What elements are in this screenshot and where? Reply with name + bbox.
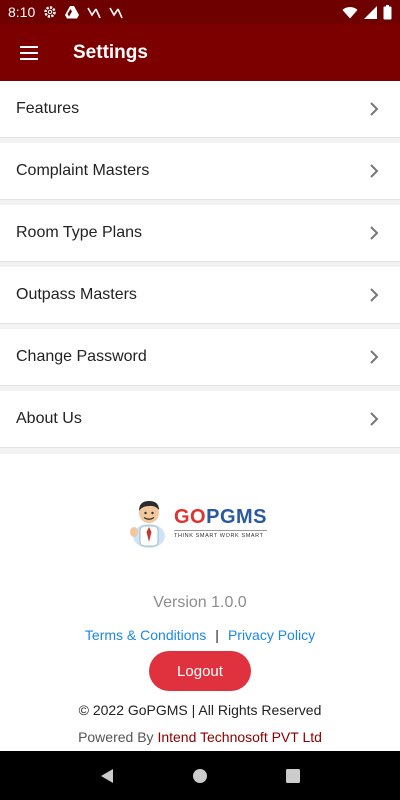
settings-item-room-type-plans[interactable]: Room Type Plans [0,205,400,262]
terms-link[interactable]: Terms & Conditions [85,627,206,643]
settings-item-label: Outpass Masters [16,286,137,303]
settings-item-complaint-masters[interactable]: Complaint Masters [0,143,400,200]
settings-item-label: Room Type Plans [16,224,142,241]
gear-icon [43,5,57,19]
settings-item-label: Features [16,100,80,117]
settings-item-change-password[interactable]: Change Password [0,329,400,386]
settings-item-about-us[interactable]: About Us [0,391,400,448]
logo-text: GOPGMS THINK SMART WORK SMART [174,506,268,539]
chevron-right-icon [364,409,384,429]
settings-item-label: Change Password [16,348,147,365]
app-bar: Settings [0,24,400,81]
copyright-text: © 2022 GoPGMS | All Rights Reserved [78,702,322,718]
settings-item-features[interactable]: Features [0,81,400,138]
app-logo: GOPGMS THINK SMART WORK SMART [128,494,273,550]
mascot-icon [130,501,165,548]
app-version: Version 1.0.0 [153,594,247,611]
home-icon[interactable] [176,752,224,800]
settings-item-label: About Us [16,410,82,427]
chevron-right-icon [364,223,384,243]
logo-tagline: THINK SMART WORK SMART [174,529,268,539]
logo-wordmark: GOPGMS [174,506,267,528]
privacy-link[interactable]: Privacy Policy [228,627,315,643]
chevron-right-icon [364,347,384,367]
link-separator: | [215,627,219,643]
chevron-right-icon [364,99,384,119]
recents-icon[interactable] [269,752,317,800]
status-time: 8:10 [8,4,36,20]
logo-go: GO [174,505,207,528]
hamburger-menu-icon[interactable] [0,24,57,81]
logout-button[interactable]: Logout [149,651,251,691]
drive-icon [65,5,80,19]
powered-by-prefix: Powered By [78,729,154,745]
settings-item-outpass-masters[interactable]: Outpass Masters [0,267,400,324]
wifi-icon [342,6,358,19]
powered-by: Powered By Intend Technosoft PVT Ltd [0,729,400,745]
settings-list: Features Complaint Masters Room Type Pla… [0,81,400,453]
signal-icon [364,5,377,19]
missed-call-icon [109,5,123,19]
footer: GOPGMS THINK SMART WORK SMART Version 1.… [0,454,400,751]
system-nav-bar [0,751,400,800]
chevron-right-icon [364,161,384,181]
legal-links: Terms & Conditions | Privacy Policy [0,627,400,643]
settings-item-label: Complaint Masters [16,162,150,179]
status-bar: 8:10 [0,0,400,24]
battery-icon [383,4,392,20]
logo-pgms: PGMS [206,505,268,528]
missed-call-icon [87,5,101,19]
powered-by-company: Intend Technosoft PVT Ltd [157,729,322,745]
back-icon[interactable] [83,752,131,800]
page-title: Settings [73,41,148,63]
chevron-right-icon [364,285,384,305]
